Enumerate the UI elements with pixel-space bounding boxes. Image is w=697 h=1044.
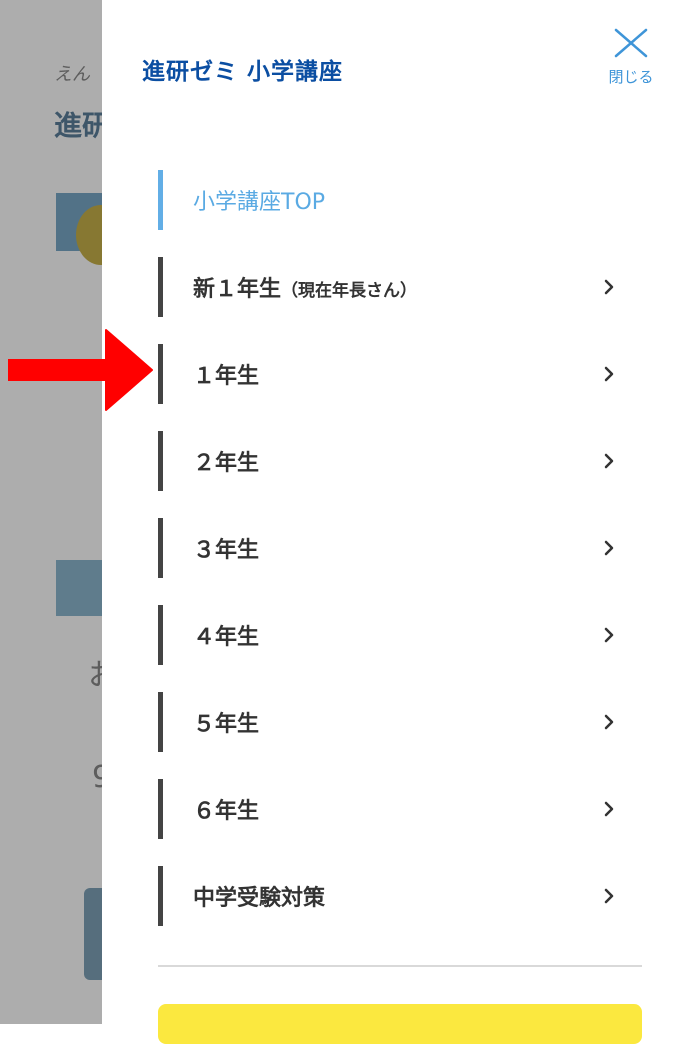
menu-item-label: 新１年生（現在年長さん）: [193, 271, 417, 303]
close-icon: [614, 28, 648, 58]
red-arrow-right-icon: [8, 329, 153, 411]
menu-item-label: ２年生: [193, 451, 260, 476]
menu-item-label: ５年生: [193, 712, 260, 737]
menu-item-grade4[interactable]: ４年生: [158, 603, 642, 690]
menu-item-bar: [158, 692, 163, 752]
chevron-right-icon: [604, 366, 614, 382]
menu-item-grade5[interactable]: ５年生: [158, 690, 642, 777]
menu-item-grade2[interactable]: ２年生: [158, 429, 642, 516]
menu-item-bar: [158, 431, 163, 491]
menu-item-bar: [158, 779, 163, 839]
chevron-right-icon: [604, 279, 614, 295]
menu-item-label: 中学受験対策: [193, 886, 326, 911]
close-button[interactable]: 閉じる: [596, 28, 666, 100]
menu-item-new-grade1[interactable]: 新１年生（現在年長さん）: [158, 255, 642, 342]
active-indicator: [158, 170, 163, 230]
menu-item-grade6[interactable]: ６年生: [158, 777, 642, 864]
chevron-right-icon: [604, 801, 614, 817]
menu-item-juken[interactable]: 中学受験対策: [158, 864, 642, 951]
menu-divider: [158, 965, 642, 967]
cta-button[interactable]: [158, 1004, 642, 1044]
menu-item-label: ３年生: [193, 538, 260, 563]
chevron-right-icon: [604, 540, 614, 556]
menu-item-bar: [158, 605, 163, 665]
menu-item-top[interactable]: 小学講座TOP: [158, 168, 642, 255]
menu-item-label: ４年生: [193, 625, 260, 650]
brand-logo[interactable]: 進研ゼミ 小学講座: [142, 52, 343, 86]
menu-item-bar: [158, 518, 163, 578]
menu-item-label-main: 新１年生: [193, 277, 282, 302]
chevron-right-icon: [604, 714, 614, 730]
grade-menu: 小学講座TOP 新１年生（現在年長さん） １年生 ２年生 ３年生 ４年生 ５年生…: [158, 168, 642, 951]
chevron-right-icon: [604, 888, 614, 904]
chevron-right-icon: [604, 453, 614, 469]
menu-item-label: １年生: [193, 364, 260, 389]
menu-item-bar: [158, 866, 163, 926]
menu-item-label: 小学講座TOP: [193, 190, 326, 215]
menu-item-label: ６年生: [193, 799, 260, 824]
navigation-drawer: 進研ゼミ 小学講座 閉じる 小学講座TOP 新１年生（現在年長さん） １年生 ２…: [102, 0, 697, 1024]
chevron-right-icon: [604, 627, 614, 643]
menu-item-grade1[interactable]: １年生: [158, 342, 642, 429]
close-label: 閉じる: [608, 68, 654, 86]
menu-item-label-sub: （現在年長さん）: [281, 281, 418, 301]
menu-item-grade3[interactable]: ３年生: [158, 516, 642, 603]
menu-item-bar: [158, 257, 163, 317]
